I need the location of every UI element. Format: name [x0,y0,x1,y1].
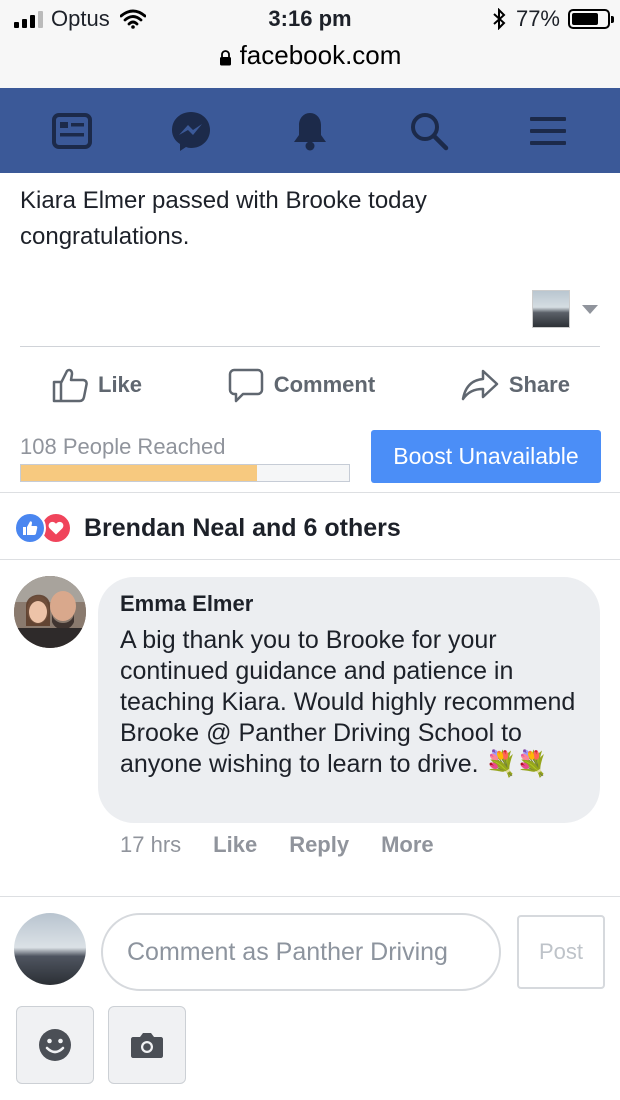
emoji-button[interactable] [16,1006,94,1084]
page-thumbnail [532,290,570,328]
like-label: Like [98,372,143,397]
comment-bubble: Emma Elmer A big thank you to Brooke for… [98,577,600,823]
status-bar: Optus 3:16 pm 77% facebook.com [0,0,620,88]
comment-body: A big thank you to Brooke for your conti… [120,626,576,778]
address-bar[interactable]: facebook.com [0,40,620,71]
news-feed-icon [51,112,92,149]
comment-more-link[interactable]: More [381,832,434,858]
comment-label: Comment [273,372,376,397]
reactions-text: Brendan Neal and 6 others [84,513,401,542]
divider [0,896,620,897]
reach-progress-bar [20,464,350,482]
battery-level [572,13,599,25]
camera-button[interactable] [108,1006,186,1084]
people-reached-label: 108 People Reached [20,434,226,459]
reach-progress-fill [21,465,258,481]
battery-percent: 77% [515,6,560,31]
nav-messenger[interactable] [161,101,221,161]
post-text: Kiara Elmer passed with Brooke today con… [20,187,427,250]
divider [20,346,600,347]
divider [0,559,620,560]
comment-button[interactable]: Comment [228,367,375,403]
post-comment-button[interactable]: Post [517,915,605,989]
lock-icon [219,49,231,65]
share-arrow-icon [461,369,499,401]
nav-news-feed[interactable] [42,101,102,161]
comment-like-link[interactable]: Like [213,832,257,858]
url-text: facebook.com [239,40,402,70]
like-button[interactable]: Like [52,367,142,403]
chevron-down-icon [582,304,598,314]
page-avatar [14,913,86,985]
bluetooth-icon [493,8,506,30]
comment-meta: 17 hrs Like Reply More [120,832,434,858]
post-audience-selector[interactable] [532,290,598,328]
comment-input[interactable] [101,913,501,991]
notifications-bell-icon [293,112,326,150]
nav-search[interactable] [399,101,459,161]
camera-icon [131,1033,163,1058]
like-reaction-icon [14,512,46,544]
nav-menu[interactable] [518,101,578,161]
battery-icon [568,9,614,29]
comment-bubble-icon [228,368,263,403]
facebook-nav-bar [0,88,620,173]
comment-timestamp[interactable]: 17 hrs [120,832,181,858]
share-label: Share [508,372,570,397]
search-icon [411,112,449,150]
comment-reply-link[interactable]: Reply [289,832,349,858]
battery-info: 77% [492,6,614,32]
share-button[interactable]: Share [461,368,570,402]
messenger-icon [171,111,210,151]
thumbs-up-icon [52,368,88,403]
smiley-icon [39,1029,71,1061]
boost-button[interactable]: Boost Unavailable [371,430,601,483]
reactions-summary[interactable]: Brendan Neal and 6 others [14,508,401,548]
menu-icon [530,116,567,145]
post-actions: Like Comment Share [20,360,600,410]
nav-notifications[interactable] [280,101,340,161]
commenter-name[interactable]: Emma Elmer [120,591,578,617]
commenter-avatar[interactable] [14,576,86,648]
divider [0,492,620,493]
